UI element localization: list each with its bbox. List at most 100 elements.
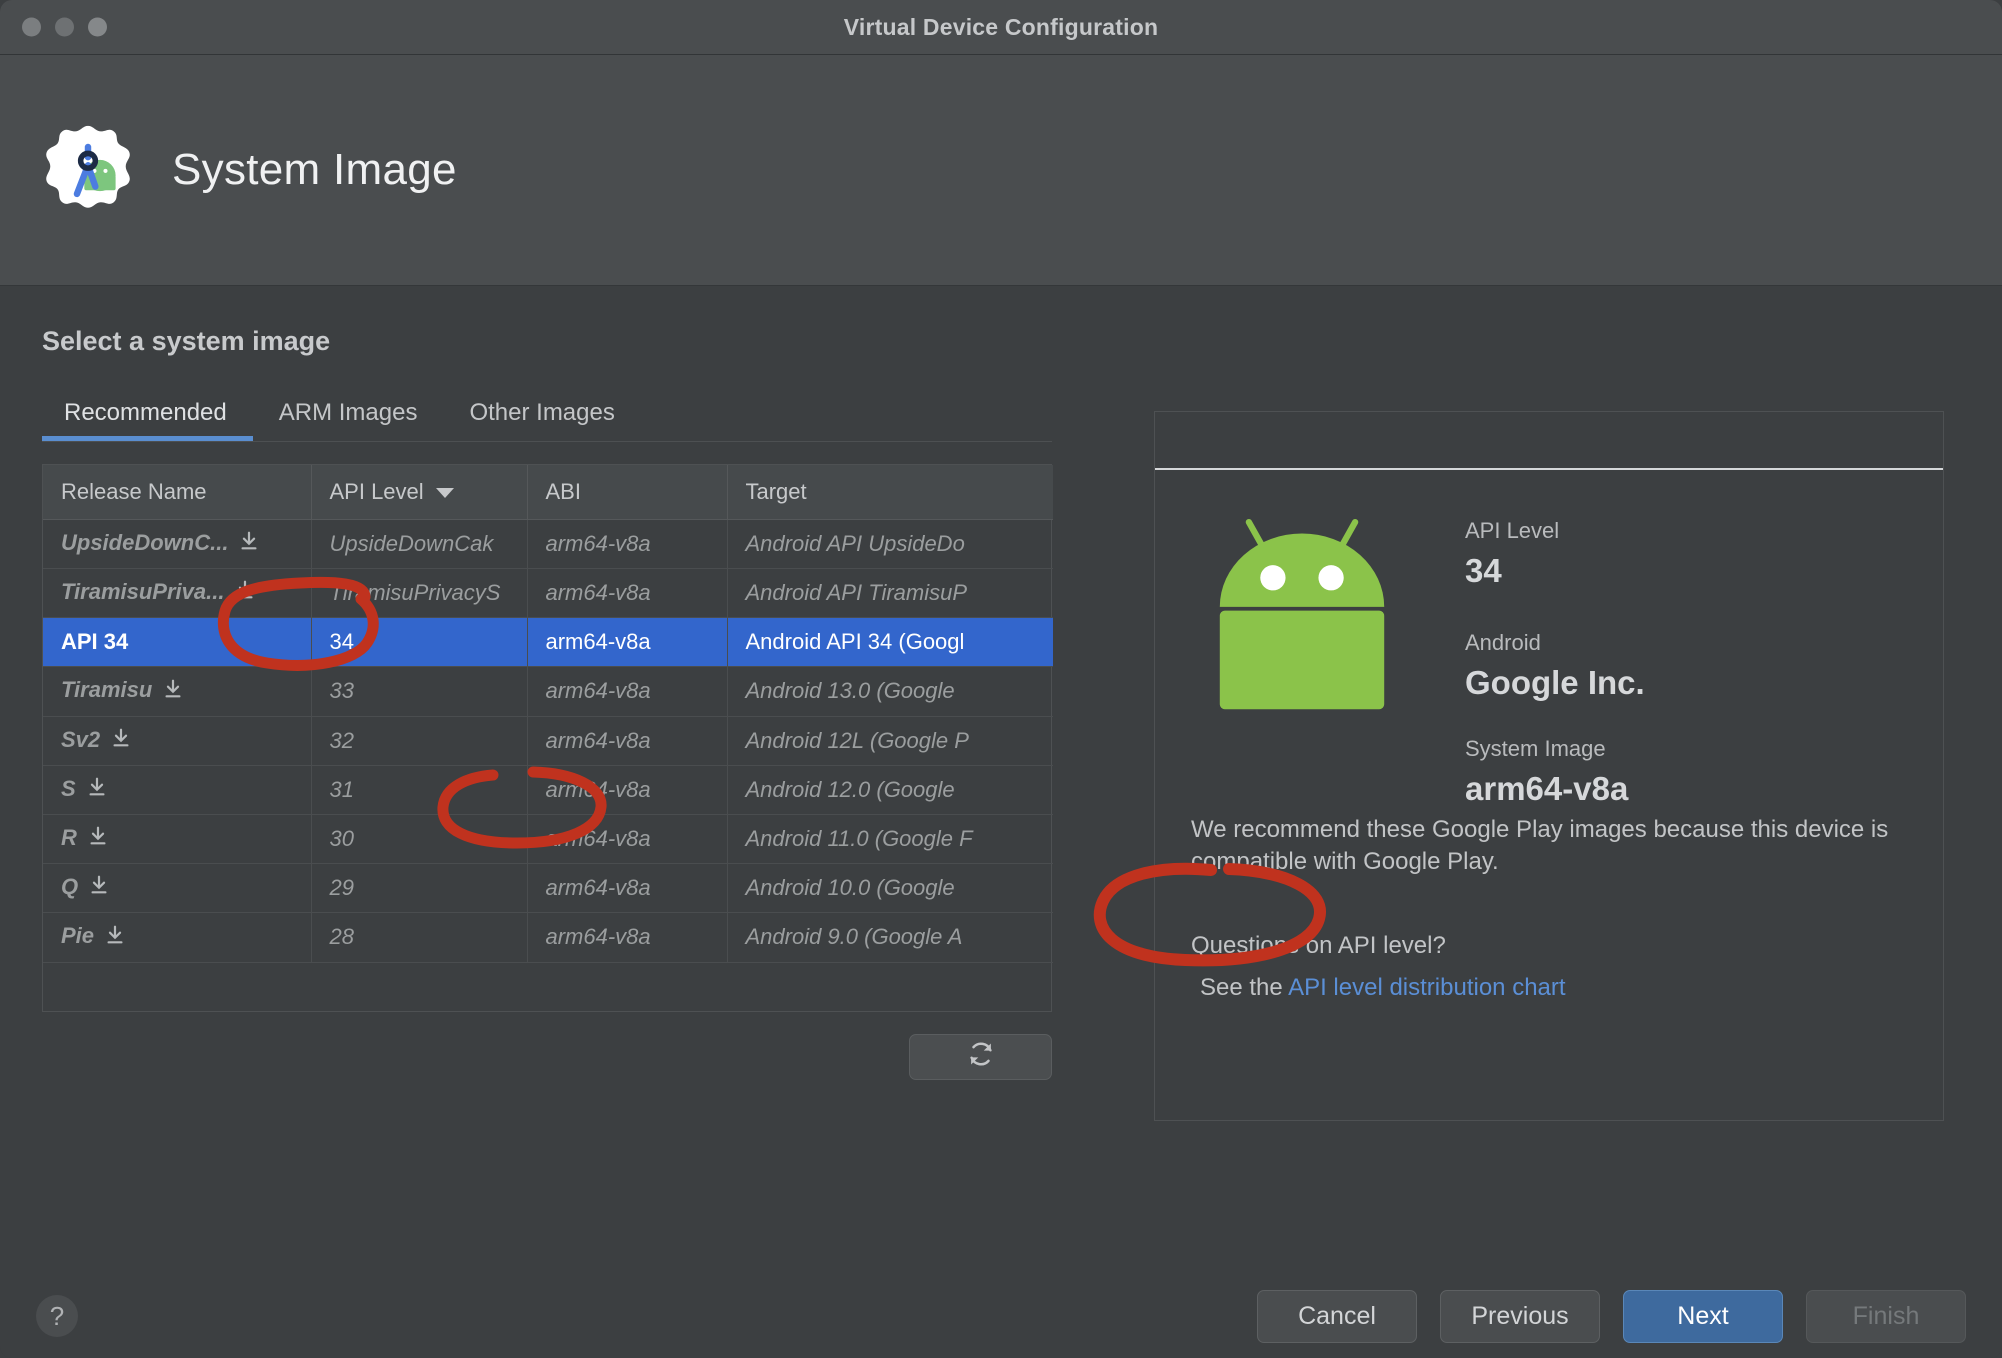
- release-name-text: Tiramisu: [61, 677, 153, 703]
- cell-target: Android 11.0 (Google F: [727, 814, 1053, 865]
- android-studio-logo-icon: [42, 124, 134, 216]
- virtual-device-configuration-window: Virtual Device Configuration System Imag…: [0, 0, 2002, 1358]
- download-icon[interactable]: [104, 924, 126, 952]
- cell-abi: arm64-v8a: [527, 716, 728, 766]
- column-header-api-level[interactable]: API Level: [311, 465, 528, 520]
- next-button[interactable]: Next: [1623, 1289, 1783, 1343]
- cell-target: Android 10.0 (Google: [727, 863, 1053, 914]
- column-header-api-level-label: API Level: [329, 479, 424, 504]
- cell-target: Android 9.0 (Google A: [727, 912, 1053, 963]
- table-row[interactable]: Q 29 arm64-v8a Android 10.0 (Google: [43, 863, 1053, 914]
- api-level-distribution-chart-link[interactable]: API level distribution chart: [1288, 974, 1565, 1001]
- cell-release-name: Pie: [43, 912, 312, 963]
- system-image-list-panel: Recommended ARM Images Other Images Rele…: [42, 389, 1112, 1121]
- download-icon[interactable]: [238, 530, 260, 558]
- window-titlebar: Virtual Device Configuration: [0, 0, 2002, 55]
- table-row[interactable]: S 31 arm64-v8a Android 12.0 (Google: [43, 765, 1053, 815]
- page-title: System Image: [172, 145, 457, 194]
- cell-release-name: Tiramisu: [43, 666, 312, 717]
- see-the-text: See the: [1200, 974, 1283, 1002]
- release-name-text: UpsideDownC...: [61, 530, 229, 555]
- table-row[interactable]: Sv2 32 arm64-v8a Android 12L (Google P: [43, 716, 1053, 766]
- cell-api-level: 30: [311, 814, 528, 865]
- table-row[interactable]: Pie 28 arm64-v8a Android 9.0 (Google A: [43, 912, 1053, 963]
- tabs-divider: [42, 441, 1052, 442]
- help-button[interactable]: ?: [36, 1295, 78, 1337]
- android-vendor-value: Google Inc.: [1465, 664, 1645, 701]
- release-name-text: R: [61, 824, 77, 850]
- minimize-button[interactable]: [55, 17, 74, 37]
- system-image-details-panel: API Level 34 Android Google Inc. System …: [1154, 389, 1944, 1121]
- cell-release-name: S: [43, 765, 312, 815]
- download-icon[interactable]: [86, 776, 108, 804]
- cell-abi: arm64-v8a: [527, 617, 728, 668]
- cell-release-name: Q: [43, 863, 312, 914]
- column-header-target[interactable]: Target: [727, 465, 1053, 520]
- system-image-label: System Image: [1465, 736, 1606, 761]
- wizard-buttons: Cancel Previous Next Finish: [1257, 1289, 1966, 1343]
- download-icon[interactable]: [87, 825, 109, 853]
- questions-text: Questions on API level?: [1191, 932, 1446, 960]
- cell-api-level: 34: [311, 617, 528, 668]
- cell-release-name: Sv2: [43, 716, 312, 766]
- release-name-text: Sv2: [61, 726, 101, 752]
- cancel-button[interactable]: Cancel: [1257, 1289, 1417, 1343]
- refresh-button[interactable]: [909, 1033, 1052, 1080]
- cell-api-level: TiramisuPrivacyS: [311, 568, 528, 619]
- close-button[interactable]: [22, 17, 41, 37]
- distribution-chart-line: See the API level distribution chart: [1191, 972, 1891, 1004]
- tab-other-images[interactable]: Other Images: [443, 399, 640, 441]
- wizard-header: System Image: [0, 55, 2002, 286]
- android-label: Android: [1465, 630, 1541, 655]
- cell-release-name: API 34: [43, 617, 312, 668]
- cell-target: Android API 34 (Googl: [727, 617, 1053, 668]
- cell-target: Android 12.0 (Google: [727, 765, 1053, 815]
- table-empty-area: [43, 962, 1051, 1011]
- download-icon[interactable]: [88, 874, 110, 902]
- table-row[interactable]: UpsideDownC... UpsideDownCak arm64-v8a Andr…: [43, 519, 1053, 570]
- download-icon[interactable]: [110, 727, 132, 755]
- previous-button[interactable]: Previous: [1440, 1289, 1600, 1343]
- release-name-text: S: [61, 775, 76, 801]
- tab-recommended[interactable]: Recommended: [42, 399, 253, 441]
- column-header-abi[interactable]: ABI: [527, 465, 728, 520]
- cell-api-level: UpsideDownCak: [311, 519, 528, 570]
- download-icon[interactable]: [234, 579, 256, 607]
- android-robot-icon: [1207, 512, 1397, 727]
- refresh-icon: [966, 1039, 996, 1074]
- cell-abi: arm64-v8a: [527, 765, 728, 815]
- tab-arm-images[interactable]: ARM Images: [253, 399, 444, 441]
- finish-button: Finish: [1806, 1289, 1966, 1343]
- table-row[interactable]: TiramisuPriva... TiramisuPrivacyS arm64-v8…: [43, 568, 1053, 619]
- cell-abi: arm64-v8a: [527, 912, 728, 963]
- wizard-body: Select a system image Recommended ARM Im…: [0, 286, 2002, 1358]
- cell-api-level: 31: [311, 765, 528, 815]
- cell-api-level: 33: [311, 666, 528, 717]
- api-level-label: API Level: [1465, 518, 1560, 543]
- cell-target: Android API TiramisuP: [727, 568, 1053, 619]
- api-level-value: 34: [1465, 552, 1502, 589]
- cell-abi: arm64-v8a: [527, 666, 728, 717]
- table-row[interactable]: R 30 arm64-v8a Android 11.0 (Google F: [43, 814, 1053, 865]
- system-image-table[interactable]: Release Name API Level ABI Target Upside…: [42, 464, 1053, 1012]
- table-row[interactable]: Tiramisu 33 arm64-v8a Android 13.0 (Google: [43, 666, 1053, 717]
- window-traffic-lights: [22, 17, 107, 37]
- cell-api-level: 29: [311, 863, 528, 914]
- cell-target: Android 13.0 (Google: [727, 666, 1053, 717]
- table-row[interactable]: API 34 34 arm64-v8a Android API 34 (Googl: [43, 617, 1053, 668]
- download-icon[interactable]: [162, 678, 184, 706]
- cell-abi: arm64-v8a: [527, 863, 728, 914]
- cell-release-name: TiramisuPriva...: [43, 568, 312, 619]
- cell-abi: arm64-v8a: [527, 814, 728, 865]
- cell-target: Android 12L (Google P: [727, 716, 1053, 766]
- window-title: Virtual Device Configuration: [843, 13, 1159, 40]
- release-name-text: API 34: [61, 629, 129, 655]
- system-image-value: arm64-v8a: [1465, 770, 1629, 807]
- image-source-tabs: Recommended ARM Images Other Images: [42, 389, 1112, 441]
- column-header-release-name[interactable]: Release Name: [43, 465, 312, 520]
- release-name-text: TiramisuPriva...: [61, 579, 225, 605]
- details-header-strip: [1155, 412, 1943, 470]
- release-name-text: Q: [61, 874, 79, 900]
- cell-api-level: 28: [311, 912, 528, 963]
- zoom-button[interactable]: [88, 17, 107, 37]
